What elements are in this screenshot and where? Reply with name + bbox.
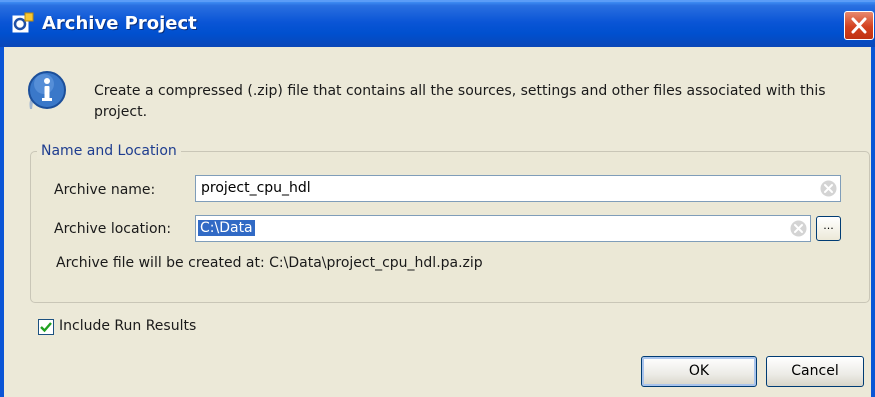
checkmark-icon: [40, 322, 52, 333]
archive-name-field[interactable]: project_cpu_hdl: [195, 175, 841, 202]
close-icon: [851, 17, 867, 34]
include-run-results-label[interactable]: Include Run Results: [59, 318, 196, 334]
window-title: Archive Project: [42, 13, 197, 34]
archive-location-field[interactable]: C:\Data: [195, 215, 811, 242]
close-button[interactable]: [844, 11, 874, 40]
info-icon: [28, 71, 66, 109]
archive-path-status: Archive file will be created at: C:\Data…: [56, 255, 483, 271]
browse-button[interactable]: ...: [816, 216, 841, 241]
archive-name-value: project_cpu_hdl: [201, 180, 311, 196]
clear-field-icon[interactable]: [820, 180, 837, 197]
include-run-results-checkbox[interactable]: [38, 319, 54, 335]
project-app-icon: [12, 12, 34, 33]
ok-button[interactable]: OK: [641, 356, 757, 387]
dialog-body: Create a compressed (.zip) file that con…: [4, 47, 871, 397]
info-message: Create a compressed (.zip) file that con…: [94, 83, 826, 120]
archive-location-value: C:\Data: [198, 220, 255, 236]
window-border-right: [871, 47, 875, 397]
group-title: Name and Location: [37, 143, 181, 159]
title-bar[interactable]: Archive Project: [0, 0, 875, 47]
archive-name-label: Archive name:: [54, 182, 156, 198]
cancel-button[interactable]: Cancel: [766, 356, 864, 387]
archive-project-dialog: Archive Project Create a compressed (.zi…: [0, 0, 875, 397]
clear-field-icon[interactable]: [790, 220, 807, 237]
archive-location-label: Archive location:: [54, 221, 172, 237]
